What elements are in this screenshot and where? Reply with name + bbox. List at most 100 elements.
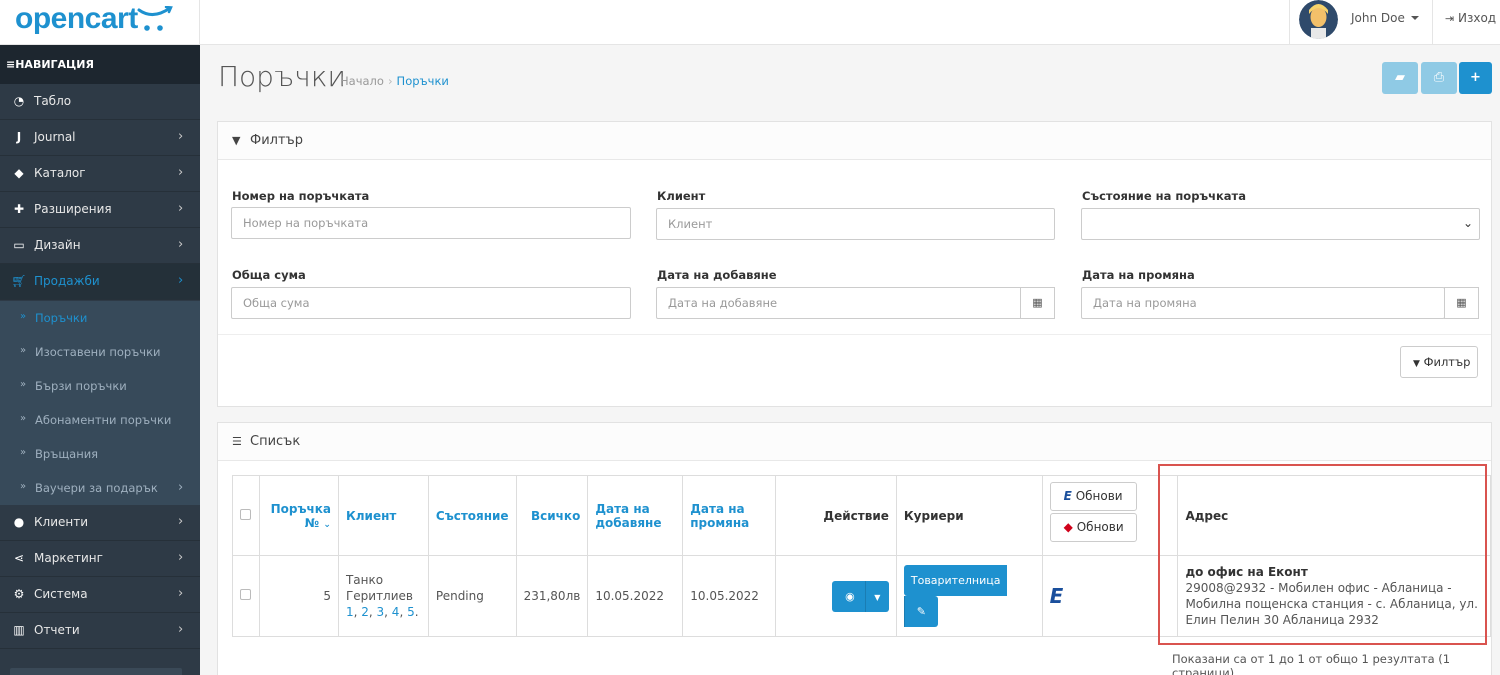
calendar-button[interactable]: ▦ [1444,287,1479,319]
sidebar-item-design[interactable]: ▭ Дизайн › [0,228,200,264]
total-input[interactable]: Обща сума [231,287,631,319]
sidebar-item-journal[interactable]: J Journal › [0,120,200,156]
chevron-right-icon: › [178,201,184,216]
date-modified-header[interactable]: Дата на промяна [682,475,777,556]
sidebar-item-system[interactable]: ⚙ Система › [0,577,200,613]
econt-logo-icon: E [1049,584,1064,608]
sidebar-item-label: Каталог [34,166,86,180]
sidebar-item-catalog[interactable]: ◆ Каталог › [0,156,200,192]
sidebar-item-dashboard[interactable]: ◔ Табло [0,84,200,120]
tag-icon: ◆ [14,166,24,180]
total-cell: 231,80лв [515,555,589,637]
sidebar-item-sales[interactable]: 🛒︎ Продажби › [0,264,200,300]
sidebar-item-marketing[interactable]: ⋖ Маркетинг › [0,541,200,577]
sidebar-subitem-quick-orders[interactable]: » Бързи поръчки [0,369,200,403]
date-modified-input[interactable]: Дата на промяна [1081,287,1445,319]
order-link[interactable]: 5 [407,605,415,619]
waybill-button[interactable]: Товарителница [903,565,1008,596]
avatar [1299,0,1338,39]
date-modified-cell: 10.05.2022 [682,555,777,637]
sidebar-subitem-subscription-orders[interactable]: » Абонаментни поръчки [0,403,200,437]
bar-chart-icon: ▥ [13,623,25,637]
total-label: Обща сума [232,268,306,282]
sidebar-item-customers[interactable]: ● Клиенти › [0,505,200,541]
sidebar-subitem-label: Бързи поръчки [35,379,127,393]
add-order-button[interactable]: + [1459,62,1492,94]
user-name: John Doe [1351,11,1405,25]
customer-input[interactable]: Клиент [656,208,1055,240]
sidebar-item-label: Табло [34,94,72,108]
econt-icon: E [1063,489,1072,503]
breadcrumb-separator: › [387,74,393,88]
row-checkbox[interactable] [240,589,252,600]
order-link[interactable]: 1 [346,605,354,619]
sidebar-subitem-gift-vouchers[interactable]: » Ваучери за подарък › [0,471,200,505]
chevron-right-icon: › [178,273,184,288]
chevron-right-icon: › [178,550,184,565]
customer-cell: Танко Геритлиев 1, 2, 3, 4, 5. [337,555,429,637]
filter-button-label: Филтър [1423,355,1471,369]
breadcrumb-current[interactable]: Поръчки [397,74,449,88]
angle-double-right-icon: » [20,413,27,424]
breadcrumb: Начало › Поръчки [340,74,449,88]
divider [218,334,1491,335]
chevron-right-icon: › [178,237,184,252]
filter-panel: ▼ Филтър Номер на поръчката Номер на пор… [217,121,1492,407]
couriers-header: Куриери [895,475,1043,556]
customer-header[interactable]: Клиент [337,475,429,556]
order-id-header[interactable]: Поръчка № ⌄ [258,475,339,556]
sidebar-item-label: Journal [34,130,76,144]
user-menu[interactable]: John Doe [1289,0,1432,45]
sidebar-subitem-orders[interactable]: » Поръчки [0,301,200,335]
status-header[interactable]: Състояние [427,475,517,556]
date-modified-label: Дата на промяна [1082,268,1195,282]
cart-logo-icon [137,6,173,31]
speedy-refresh-label: Обнови [1076,520,1124,534]
date-added-input[interactable]: Дата на добавяне [656,287,1022,319]
date-added-header[interactable]: Дата на добавяне [587,475,684,556]
list-heading: Списък [250,434,301,449]
action-dropdown-button[interactable]: ▼ [864,580,889,612]
list-panel: ☰ Списък Поръчка № ⌄ Клиент Състояние Вс… [217,422,1492,675]
sidebar-item-reports[interactable]: ▥ Отчети › [0,613,200,649]
logout-link[interactable]: ⇥ Изход [1432,0,1500,45]
share-icon: ⋖ [13,551,25,565]
breadcrumb-home[interactable]: Начало [340,74,384,88]
speedy-refresh-button[interactable]: ◆ Обнови [1049,513,1137,542]
angle-double-right-icon: » [20,481,27,492]
desktop-icon: ▭ [13,238,25,252]
order-id-input[interactable]: Номер на поръчката [231,207,631,239]
sidebar-item-label: Клиенти [34,515,89,529]
sidebar-item-label: Отчети [34,623,80,637]
econt-refresh-button[interactable]: E Обнови [1049,482,1137,511]
order-links: 1, 2, 3, 4, 5. [345,605,419,619]
print-invoice-button[interactable]: ⎙ [1421,62,1457,94]
select-all-cell [232,475,260,556]
logo[interactable]: opencart [0,0,200,45]
cart-icon: 🛒︎ [11,274,27,288]
view-order-button[interactable]: ◉ [831,580,868,612]
total-header[interactable]: Всичко [515,475,589,556]
order-status-select[interactable] [1081,208,1480,240]
nav-title[interactable]: ≡НАВИГАЦИЯ [0,45,200,84]
gear-icon: ⚙ [13,587,25,601]
order-link[interactable]: 2 [361,605,369,619]
action-header: Действие [775,475,897,556]
print-icon: ⎙ [1433,70,1445,85]
filter-button[interactable]: ▼ Филтър [1400,346,1478,378]
customer-name: Танко Геритлиев [345,573,413,603]
chevron-right-icon: › [178,129,184,144]
address-title: до офис на Еконт [1185,565,1308,579]
calendar-button[interactable]: ▦ [1020,287,1055,319]
shipping-button[interactable]: ▰ [1382,62,1418,94]
edit-waybill-button[interactable]: ✎ [903,596,938,627]
sidebar-subitem-returns[interactable]: » Връщания [0,437,200,471]
logout-label: Изход [1458,11,1497,25]
order-link[interactable]: 4 [392,605,400,619]
sidebar-subitem-abandoned-orders[interactable]: » Изоставени поръчки [0,335,200,369]
sidebar-item-extensions[interactable]: ✚ Разширения › [0,192,200,228]
select-all-checkbox[interactable] [240,508,252,520]
journal-icon: J [16,130,22,144]
order-link[interactable]: 3 [377,605,385,619]
chevron-right-icon: › [178,622,184,637]
